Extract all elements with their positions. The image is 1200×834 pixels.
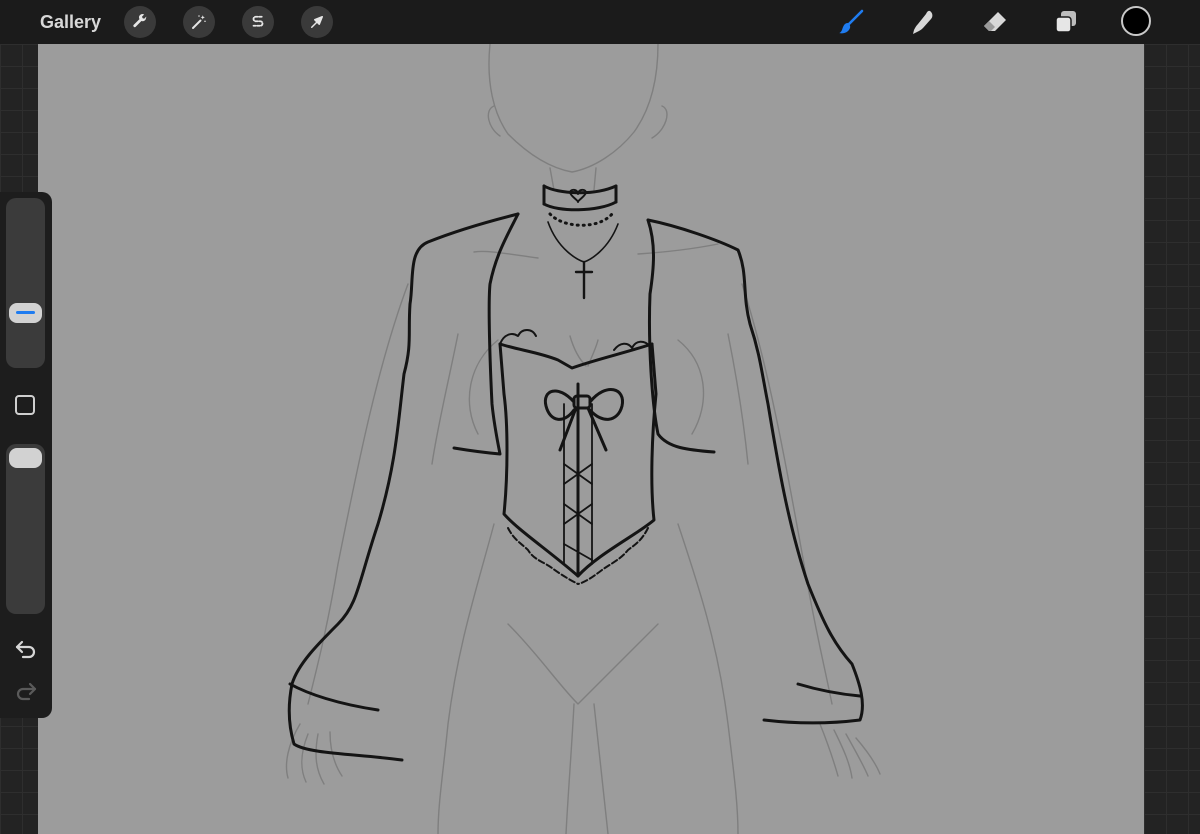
sketch-construction-lines [285,44,881,834]
brush-tool-button[interactable] [836,7,866,37]
artwork-sketch [285,44,881,834]
layers-icon [1055,11,1076,33]
smudge-tool-button[interactable] [908,7,938,37]
undo-icon [15,640,36,659]
redo-icon [16,682,37,701]
top-toolbar: Gallery [0,0,1200,44]
adjustments-button[interactable] [183,6,215,38]
transform-button[interactable] [301,6,333,38]
brush-size-thumb[interactable] [9,302,42,323]
magic-wand-icon [192,15,206,29]
brush-size-indicator [16,310,35,314]
brush-size-slider[interactable] [6,198,45,368]
opacity-thumb[interactable] [9,448,42,468]
sketch-ink-lines [287,184,864,762]
arrow-cursor-icon [311,16,323,28]
layers-button[interactable] [1051,7,1081,37]
left-sidebar [0,192,52,718]
drawing-canvas[interactable] [38,44,1144,834]
eraser-tool-button[interactable] [980,7,1010,37]
redo-button[interactable] [14,680,38,702]
undo-button[interactable] [14,638,38,660]
color-swatch[interactable] [1121,6,1151,36]
selection-s-icon [252,15,264,27]
modify-button[interactable] [15,395,35,415]
opacity-slider[interactable] [6,444,45,614]
gallery-button[interactable]: Gallery [40,11,101,33]
brush-icon [839,9,864,34]
eraser-icon [984,12,1006,31]
actions-button[interactable] [124,6,156,38]
smudge-finger-icon [913,10,933,35]
wrench-icon [133,14,147,28]
selection-button[interactable] [242,6,274,38]
